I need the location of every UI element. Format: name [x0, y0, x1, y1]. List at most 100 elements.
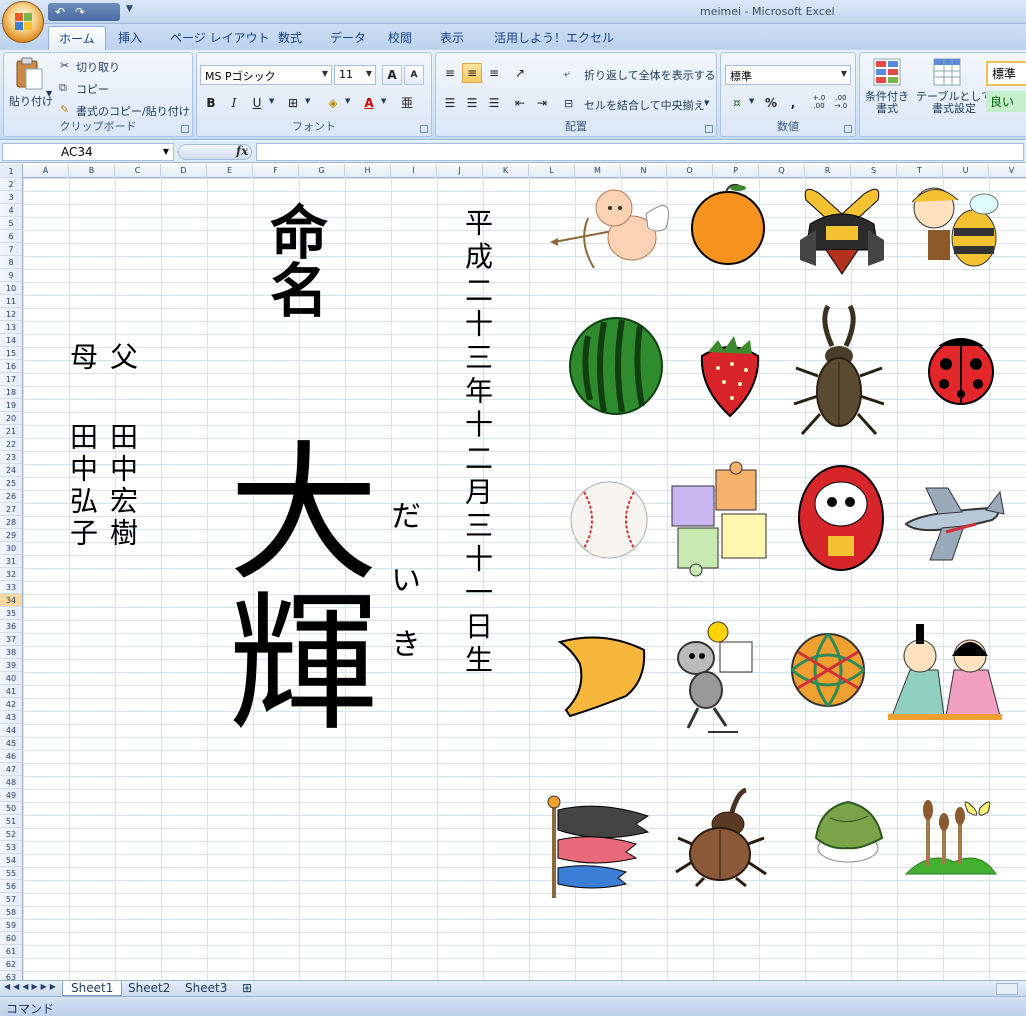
- column-header-J[interactable]: J: [437, 164, 483, 178]
- tsukushi-butterfly-clipart[interactable]: [900, 790, 1000, 876]
- row-header-13[interactable]: 13: [0, 321, 22, 334]
- percent-button[interactable]: %: [761, 93, 781, 113]
- row-header-9[interactable]: 9: [0, 269, 22, 282]
- fill-color-icon[interactable]: ◈: [323, 93, 343, 113]
- number-launcher-icon[interactable]: [844, 125, 852, 133]
- format-painter-button[interactable]: 書式のコピー/貼り付け: [76, 103, 190, 119]
- row-header-15[interactable]: 15: [0, 347, 22, 360]
- grow-font-button[interactable]: A: [382, 65, 402, 85]
- row-header-35[interactable]: 35: [0, 607, 22, 620]
- column-header-L[interactable]: L: [529, 164, 575, 178]
- align-center-icon[interactable]: ☰: [462, 93, 482, 113]
- cut-button[interactable]: 切り取り: [76, 59, 120, 75]
- row-header-1[interactable]: 1: [0, 165, 22, 178]
- row-header-25[interactable]: 25: [0, 477, 22, 490]
- row-header-27[interactable]: 27: [0, 503, 22, 516]
- row-header-57[interactable]: 57: [0, 893, 22, 906]
- customize-qat-icon[interactable]: ▼: [126, 4, 133, 14]
- row-header-38[interactable]: 38: [0, 646, 22, 659]
- row-header-19[interactable]: 19: [0, 399, 22, 412]
- align-left-icon[interactable]: ☰: [440, 93, 460, 113]
- column-header-D[interactable]: D: [161, 164, 207, 178]
- cupid-clipart[interactable]: [548, 178, 678, 274]
- increase-indent-icon[interactable]: ⇥: [532, 93, 552, 113]
- column-header-A[interactable]: A: [23, 164, 69, 178]
- row-header-61[interactable]: 61: [0, 945, 22, 958]
- row-header-47[interactable]: 47: [0, 763, 22, 776]
- puzzle-clipart[interactable]: [666, 460, 774, 580]
- wrap-text-button[interactable]: 折り返して全体を表示する: [584, 67, 716, 83]
- tab-insert[interactable]: 挿入: [118, 29, 142, 46]
- row-header-31[interactable]: 31: [0, 555, 22, 568]
- column-header-G[interactable]: G: [299, 164, 345, 178]
- align-middle-icon[interactable]: ≡: [462, 63, 482, 83]
- strawberry-clipart[interactable]: [694, 328, 766, 420]
- row-header-36[interactable]: 36: [0, 620, 22, 633]
- column-header-N[interactable]: N: [621, 164, 667, 178]
- airplane-clipart[interactable]: [902, 484, 1006, 564]
- underline-button[interactable]: U: [247, 93, 267, 113]
- font-size-combo[interactable]: 11 ▼: [334, 65, 376, 85]
- ginkgo-leaf-clipart[interactable]: [556, 630, 650, 720]
- temari-ball-clipart[interactable]: [788, 630, 868, 712]
- row-header-32[interactable]: 32: [0, 568, 22, 581]
- shrink-font-button[interactable]: A: [404, 65, 424, 85]
- row-header-2[interactable]: 2: [0, 178, 22, 191]
- font-name-combo[interactable]: MS Pゴシック ▼: [200, 65, 332, 85]
- row-header-39[interactable]: 39: [0, 659, 22, 672]
- worksheet[interactable]: ABCDEFGHIJKLMNOPQRSTUVW 1234567891011121…: [0, 164, 1026, 980]
- column-header-M[interactable]: M: [575, 164, 621, 178]
- decrease-indent-icon[interactable]: ⇤: [510, 93, 530, 113]
- column-header-K[interactable]: K: [483, 164, 529, 178]
- ant-carrying-box-clipart[interactable]: [668, 618, 764, 736]
- column-header-C[interactable]: C: [115, 164, 161, 178]
- tab-view[interactable]: 表示: [440, 29, 464, 46]
- row-header-52[interactable]: 52: [0, 828, 22, 841]
- row-header-49[interactable]: 49: [0, 789, 22, 802]
- align-bottom-icon[interactable]: ≡: [484, 63, 504, 83]
- column-header-H[interactable]: H: [345, 164, 391, 178]
- rhinoceros-beetle-clipart[interactable]: [674, 788, 770, 888]
- name-box[interactable]: AC34 ▼: [2, 143, 174, 161]
- format-as-table-button[interactable]: テーブルとして 書式設定: [916, 91, 992, 115]
- currency-icon[interactable]: ¤: [727, 93, 747, 113]
- sheet-nav-arrows-icon[interactable]: ◀◀◀▶▶▶: [4, 982, 59, 991]
- office-button[interactable]: [2, 1, 44, 43]
- formula-input[interactable]: [256, 143, 1024, 161]
- column-header-F[interactable]: F: [253, 164, 299, 178]
- row-header-7[interactable]: 7: [0, 243, 22, 256]
- align-right-icon[interactable]: ☰: [484, 93, 504, 113]
- font-launcher-icon[interactable]: [420, 125, 428, 133]
- align-top-icon[interactable]: ≡: [440, 63, 460, 83]
- bold-button[interactable]: B: [201, 93, 221, 113]
- row-header-5[interactable]: 5: [0, 217, 22, 230]
- row-header-30[interactable]: 30: [0, 542, 22, 555]
- column-header-R[interactable]: R: [805, 164, 851, 178]
- kabuto-helmet-clipart[interactable]: [796, 180, 888, 276]
- row-header-50[interactable]: 50: [0, 802, 22, 815]
- row-header-18[interactable]: 18: [0, 386, 22, 399]
- row-header-11[interactable]: 11: [0, 295, 22, 308]
- row-header-53[interactable]: 53: [0, 841, 22, 854]
- row-header-45[interactable]: 45: [0, 737, 22, 750]
- row-header-51[interactable]: 51: [0, 815, 22, 828]
- row-header-54[interactable]: 54: [0, 854, 22, 867]
- sheet-tab-3[interactable]: Sheet3: [177, 981, 235, 996]
- kashiwa-mochi-clipart[interactable]: [810, 798, 886, 866]
- row-header-40[interactable]: 40: [0, 672, 22, 685]
- row-header-4[interactable]: 4: [0, 204, 22, 217]
- row-header-59[interactable]: 59: [0, 919, 22, 932]
- row-header-34[interactable]: 34: [0, 594, 22, 607]
- format-as-table-icon[interactable]: [932, 57, 962, 87]
- stag-beetle-clipart[interactable]: [792, 300, 886, 440]
- column-header-P[interactable]: P: [713, 164, 759, 178]
- tab-home[interactable]: ホーム: [48, 26, 106, 50]
- decrease-decimal-button[interactable]: .00 →.0: [831, 93, 851, 113]
- redo-icon[interactable]: ↷: [72, 5, 88, 19]
- tab-formulas[interactable]: 数式: [278, 29, 302, 46]
- row-header-20[interactable]: 20: [0, 412, 22, 425]
- copy-button[interactable]: コピー: [76, 81, 109, 97]
- row-header-26[interactable]: 26: [0, 490, 22, 503]
- undo-icon[interactable]: ↶: [52, 5, 68, 19]
- row-header-10[interactable]: 10: [0, 282, 22, 295]
